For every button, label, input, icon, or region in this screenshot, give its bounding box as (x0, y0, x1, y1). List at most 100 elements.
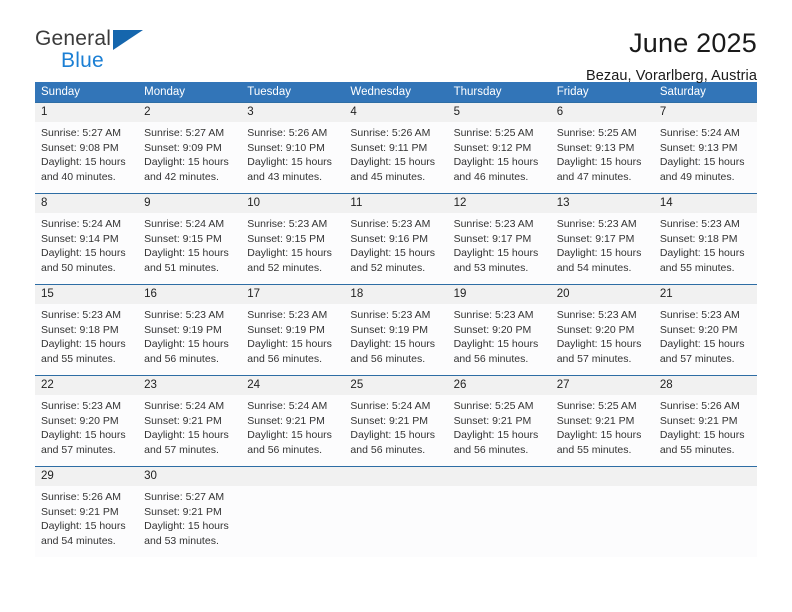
day-cell[interactable]: Sunrise: 5:23 AM Sunset: 9:20 PM Dayligh… (654, 308, 757, 375)
day-cell[interactable]: Sunrise: 5:23 AM Sunset: 9:19 PM Dayligh… (138, 308, 241, 375)
day-number[interactable]: 5 (448, 103, 551, 122)
day-number-empty (241, 467, 344, 486)
page-header: General Blue June 2025 Bezau, Vorarlberg… (35, 0, 757, 84)
daylight-text-line1: Daylight: 15 hours (556, 338, 642, 351)
day-cell[interactable]: Sunrise: 5:23 AM Sunset: 9:20 PM Dayligh… (448, 308, 551, 375)
daylight-text-line2: and 55 minutes. (556, 443, 632, 456)
day-cell[interactable]: Sunrise: 5:27 AM Sunset: 9:21 PM Dayligh… (138, 490, 241, 557)
sunrise-text: Sunrise: 5:24 AM (144, 400, 225, 412)
day-cell-empty (241, 490, 344, 557)
day-number[interactable]: 22 (35, 376, 138, 395)
day-number[interactable]: 14 (654, 194, 757, 213)
day-cell[interactable]: Sunrise: 5:23 AM Sunset: 9:18 PM Dayligh… (654, 217, 757, 284)
day-number[interactable]: 9 (138, 194, 241, 213)
day-cell[interactable]: Sunrise: 5:24 AM Sunset: 9:21 PM Dayligh… (344, 399, 447, 466)
daylight-text-line2: and 56 minutes. (247, 443, 322, 456)
sunset-text: Sunset: 9:15 PM (247, 232, 325, 245)
brand-logo[interactable]: General Blue (35, 28, 165, 74)
day-number[interactable]: 27 (551, 376, 654, 395)
day-cell[interactable]: Sunrise: 5:23 AM Sunset: 9:17 PM Dayligh… (448, 217, 551, 284)
day-cell[interactable]: Sunrise: 5:26 AM Sunset: 9:10 PM Dayligh… (241, 126, 344, 193)
sunset-text: Sunset: 9:17 PM (556, 232, 635, 245)
weekday-header-sunday: Sunday (41, 86, 81, 98)
day-number[interactable]: 12 (448, 194, 551, 213)
day-cell[interactable]: Sunrise: 5:24 AM Sunset: 9:14 PM Dayligh… (35, 217, 138, 284)
sunrise-text: Sunrise: 5:23 AM (659, 218, 740, 230)
day-cell[interactable]: Sunrise: 5:24 AM Sunset: 9:21 PM Dayligh… (241, 399, 344, 466)
day-cell[interactable]: Sunrise: 5:23 AM Sunset: 9:20 PM Dayligh… (551, 308, 654, 375)
day-number[interactable]: 17 (241, 285, 344, 304)
day-number[interactable]: 7 (654, 103, 757, 122)
day-cell[interactable]: Sunrise: 5:26 AM Sunset: 9:11 PM Dayligh… (344, 126, 447, 193)
sunset-text: Sunset: 9:21 PM (556, 414, 635, 427)
sunset-text: Sunset: 9:21 PM (659, 414, 738, 427)
day-number[interactable]: 19 (448, 285, 551, 304)
weekday-header-saturday: Saturday (659, 86, 706, 98)
day-number[interactable]: 24 (241, 376, 344, 395)
day-number[interactable]: 28 (654, 376, 757, 395)
daylight-text-line2: and 50 minutes. (41, 261, 116, 274)
day-cell[interactable]: Sunrise: 5:24 AM Sunset: 9:21 PM Dayligh… (138, 399, 241, 466)
daylight-text-line2: and 53 minutes. (144, 534, 219, 547)
day-cell[interactable]: Sunrise: 5:25 AM Sunset: 9:12 PM Dayligh… (448, 126, 551, 193)
day-number[interactable]: 23 (138, 376, 241, 395)
day-cell[interactable]: Sunrise: 5:23 AM Sunset: 9:16 PM Dayligh… (344, 217, 447, 284)
day-number[interactable]: 20 (551, 285, 654, 304)
day-number[interactable]: 4 (344, 103, 447, 122)
sunrise-text: Sunrise: 5:24 AM (144, 218, 225, 230)
daylight-text-line2: and 57 minutes. (144, 443, 219, 456)
daylight-text-line1: Daylight: 15 hours (247, 338, 332, 351)
day-number[interactable]: 10 (241, 194, 344, 213)
day-number[interactable]: 6 (551, 103, 654, 122)
day-cell[interactable]: Sunrise: 5:26 AM Sunset: 9:21 PM Dayligh… (654, 399, 757, 466)
day-cell[interactable]: Sunrise: 5:23 AM Sunset: 9:15 PM Dayligh… (241, 217, 344, 284)
day-number[interactable]: 25 (344, 376, 447, 395)
day-cell[interactable]: Sunrise: 5:27 AM Sunset: 9:08 PM Dayligh… (35, 126, 138, 193)
daylight-text-line2: and 57 minutes. (41, 443, 116, 456)
day-number[interactable]: 18 (344, 285, 447, 304)
day-number[interactable]: 3 (241, 103, 344, 122)
sunset-text: Sunset: 9:21 PM (247, 414, 325, 427)
day-number[interactable]: 15 (35, 285, 138, 304)
daylight-text-line1: Daylight: 15 hours (659, 247, 745, 260)
daylight-text-line2: and 47 minutes. (556, 170, 632, 183)
day-cell[interactable]: Sunrise: 5:23 AM Sunset: 9:19 PM Dayligh… (241, 308, 344, 375)
day-number-empty (654, 467, 757, 486)
day-number[interactable]: 16 (138, 285, 241, 304)
day-cell[interactable]: Sunrise: 5:25 AM Sunset: 9:13 PM Dayligh… (551, 126, 654, 193)
day-number[interactable]: 21 (654, 285, 757, 304)
day-cell[interactable]: Sunrise: 5:26 AM Sunset: 9:21 PM Dayligh… (35, 490, 138, 557)
daylight-text-line2: and 49 minutes. (659, 170, 735, 183)
day-number[interactable]: 11 (344, 194, 447, 213)
day-cell[interactable]: Sunrise: 5:23 AM Sunset: 9:20 PM Dayligh… (35, 399, 138, 466)
calendar-week-row: 15 16 17 18 19 20 21 Sunrise: 5:23 AM Su… (35, 284, 757, 375)
calendar-week-row: 29 30 Sunrise: 5:26 AM Sunset: 9:21 PM D… (35, 466, 757, 557)
sunset-text: Sunset: 9:14 PM (41, 232, 119, 245)
day-number[interactable]: 29 (35, 467, 138, 486)
day-number[interactable]: 1 (35, 103, 138, 122)
day-cell-empty (448, 490, 551, 557)
day-number[interactable]: 30 (138, 467, 241, 486)
day-number[interactable]: 2 (138, 103, 241, 122)
sunrise-text: Sunrise: 5:27 AM (144, 127, 225, 139)
day-number[interactable]: 26 (448, 376, 551, 395)
daylight-text-line2: and 55 minutes. (659, 261, 735, 274)
day-number[interactable]: 13 (551, 194, 654, 213)
day-cell[interactable]: Sunrise: 5:24 AM Sunset: 9:13 PM Dayligh… (654, 126, 757, 193)
day-number[interactable]: 8 (35, 194, 138, 213)
sunset-text: Sunset: 9:21 PM (144, 505, 222, 518)
sunset-text: Sunset: 9:21 PM (41, 505, 119, 518)
day-cell[interactable]: Sunrise: 5:23 AM Sunset: 9:18 PM Dayligh… (35, 308, 138, 375)
day-cell[interactable]: Sunrise: 5:25 AM Sunset: 9:21 PM Dayligh… (551, 399, 654, 466)
week-detail-band: Sunrise: 5:27 AM Sunset: 9:08 PM Dayligh… (35, 122, 757, 193)
sunrise-text: Sunrise: 5:25 AM (453, 400, 534, 412)
day-cell[interactable]: Sunrise: 5:24 AM Sunset: 9:15 PM Dayligh… (138, 217, 241, 284)
calendar-grid: Sunday Monday Tuesday Wednesday Thursday… (35, 82, 757, 557)
day-cell[interactable]: Sunrise: 5:25 AM Sunset: 9:21 PM Dayligh… (448, 399, 551, 466)
day-cell[interactable]: Sunrise: 5:23 AM Sunset: 9:19 PM Dayligh… (344, 308, 447, 375)
daylight-text-line2: and 51 minutes. (144, 261, 219, 274)
sunrise-text: Sunrise: 5:23 AM (350, 309, 431, 321)
day-cell[interactable]: Sunrise: 5:23 AM Sunset: 9:17 PM Dayligh… (551, 217, 654, 284)
day-cell[interactable]: Sunrise: 5:27 AM Sunset: 9:09 PM Dayligh… (138, 126, 241, 193)
daylight-text-line2: and 52 minutes. (350, 261, 426, 274)
